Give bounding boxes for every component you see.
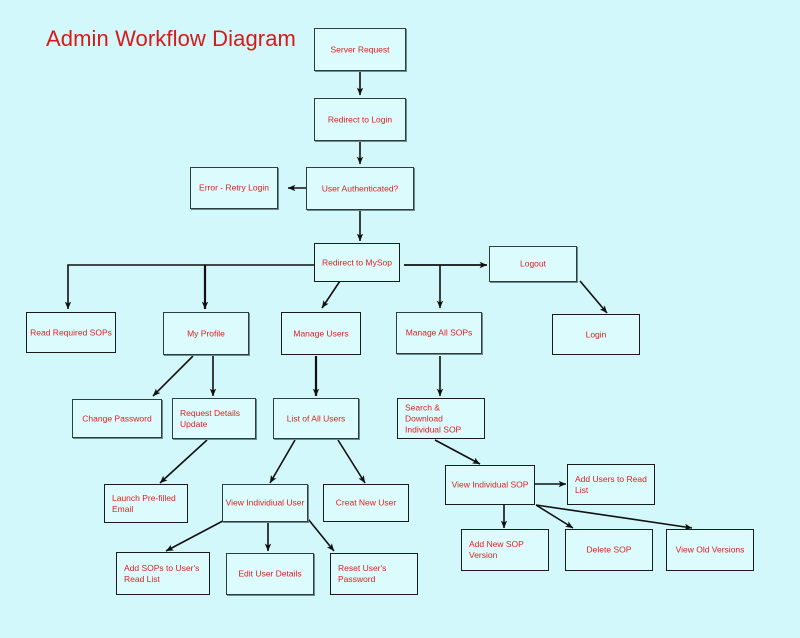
node-reset-users-password[interactable]: Reset User's Password	[330, 553, 418, 595]
node-label: Manage All SOPs	[405, 327, 473, 338]
node-search-download-individual-sop[interactable]: Search & Download Individual SOP	[397, 398, 485, 439]
node-error-retry-login[interactable]: Error - Retry Login	[190, 167, 278, 209]
node-login[interactable]: Login	[552, 314, 640, 355]
node-view-old-versions[interactable]: View Old Versions	[666, 529, 754, 571]
node-label: Change Password	[82, 413, 152, 423]
node-delete-sop[interactable]: Delete SOP	[565, 529, 653, 571]
node-label: Redirect to MySop	[322, 257, 392, 267]
node-label: Error - Retry Login	[199, 182, 269, 193]
node-label: Manage Users	[293, 328, 349, 338]
edge-request-details-to-launch-email	[159, 439, 208, 484]
node-logout[interactable]: Logout	[489, 246, 577, 282]
diagram-canvas: Admin Workflow Diagram Server Request Re…	[0, 0, 800, 638]
node-view-individual-sop[interactable]: View Individual SOP	[445, 465, 535, 505]
node-launch-prefilled-email[interactable]: Launch Pre-filled Email	[104, 484, 188, 523]
node-manage-all-sops[interactable]: Manage All SOPs	[396, 312, 482, 354]
node-label: Add SOPs to User's Read List	[124, 562, 200, 584]
edge-my-profile-to-change-password	[152, 355, 194, 397]
node-label: Logout	[520, 258, 546, 269]
node-add-new-sop-version[interactable]: Add New SOP Version	[461, 529, 549, 571]
node-server-request[interactable]: Server Request	[314, 28, 406, 71]
node-label: Login	[585, 329, 607, 339]
node-label: Redirect to Login	[327, 114, 393, 124]
edge-search-download-to-view-individual-sop	[434, 439, 481, 465]
page-title: Admin Workflow Diagram	[46, 26, 296, 51]
node-change-password[interactable]: Change Password	[72, 399, 162, 438]
node-manage-users[interactable]: Manage Users	[281, 312, 361, 355]
node-redirect-to-mysop[interactable]: Redirect to MySop	[314, 243, 400, 282]
node-add-sops-to-users-read-list[interactable]: Add SOPs to User's Read List	[116, 552, 210, 595]
node-label: Launch Pre-filled Email	[112, 492, 176, 514]
node-add-users-to-read-list[interactable]: Add Users to Read List	[567, 464, 655, 505]
node-request-details-update[interactable]: Request Details Update	[172, 398, 256, 439]
node-label: Reset User's Password	[338, 563, 387, 584]
node-label: View Individual SOP	[451, 479, 529, 490]
node-label: Server Request	[330, 44, 390, 54]
edge-view-sop-to-view-old-versions	[535, 504, 693, 531]
edge-mysop-to-manage-users	[321, 277, 343, 309]
node-my-profile[interactable]: My Profile	[163, 312, 249, 355]
node-label: View Old Versions	[675, 544, 745, 555]
node-label: Request Details Update	[180, 407, 241, 429]
node-label: View Individiual User	[225, 497, 305, 508]
node-label: User Authenticated?	[321, 183, 399, 193]
node-label: Edit User Details	[238, 568, 302, 579]
node-label: Delete SOP	[586, 544, 632, 555]
edge-list-users-to-view-individual-user	[269, 439, 296, 484]
node-label: Creat New User	[335, 497, 397, 508]
node-label: My Profile	[187, 328, 225, 338]
node-user-authenticated[interactable]: User Authenticated?	[306, 167, 414, 210]
node-label: Read Required SOPs	[30, 327, 112, 337]
node-view-individual-user[interactable]: View Individiual User	[222, 484, 308, 522]
node-label: List of All Users	[286, 413, 346, 423]
node-label: Add New SOP Version	[469, 539, 524, 560]
edge-list-users-to-creat-new-user	[337, 439, 366, 484]
node-read-required-sops[interactable]: Read Required SOPs	[26, 312, 116, 353]
node-edit-user-details[interactable]: Edit User Details	[226, 553, 314, 595]
edge-mysop-to-read-required-sops	[64, 264, 315, 310]
node-redirect-to-login[interactable]: Redirect to Login	[314, 98, 406, 141]
node-list-of-all-users[interactable]: List of All Users	[273, 398, 359, 439]
node-label: Search & Download Individual SOP	[405, 402, 462, 434]
node-creat-new-user[interactable]: Creat New User	[323, 484, 409, 522]
node-label: Add Users to Read List	[575, 473, 647, 495]
edge-logout-to-login	[579, 280, 608, 314]
